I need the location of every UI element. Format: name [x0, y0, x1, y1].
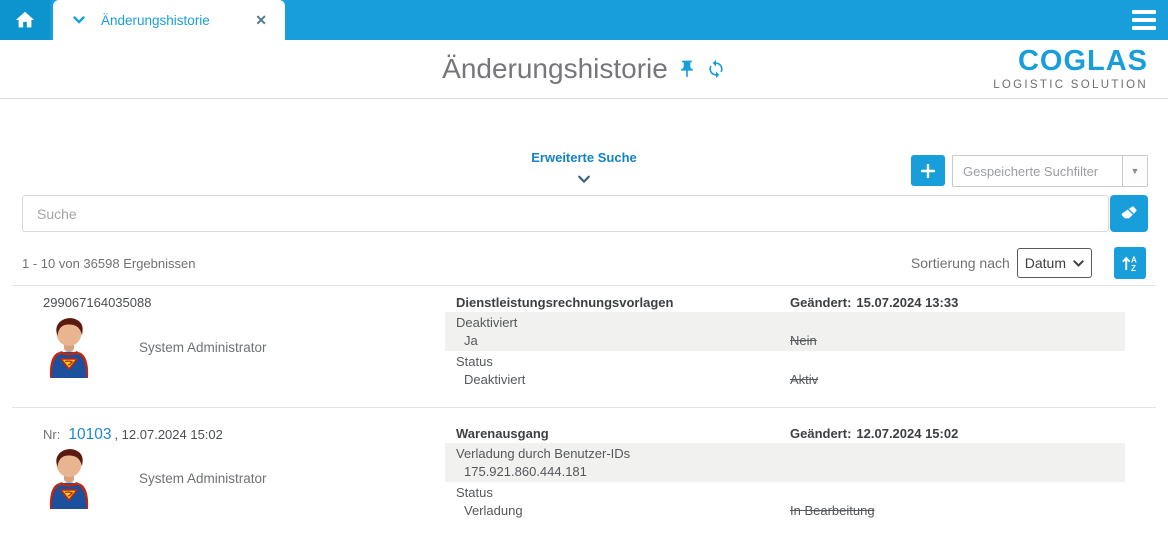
logo-tagline: LOGISTIC SOLUTION: [993, 79, 1148, 91]
change-group: Status Deaktiviert Aktiv: [445, 351, 1125, 390]
old-value: Aktiv: [790, 372, 818, 387]
change-field: Status: [445, 482, 1125, 501]
item-reference: 299067164035088: [43, 295, 445, 312]
change-field: Verladung durch Benutzer-IDs: [445, 443, 1125, 462]
page-title: Änderungshistorie: [442, 53, 668, 85]
tab-aenderungshistorie[interactable]: Änderungshistorie ✕: [53, 0, 285, 40]
old-value: Nein: [790, 333, 817, 348]
entity-name: Dienstleistungsrechnungsvorlagen: [456, 295, 673, 310]
sort-direction-button[interactable]: A Z: [1114, 247, 1146, 279]
plus-icon: [921, 164, 935, 178]
sort-select[interactable]: Datum: [1017, 248, 1092, 278]
change-field: Deaktiviert: [445, 312, 1125, 331]
changed-at: Geändert:12.07.2024 15:02: [790, 426, 958, 441]
new-value: 175.921.860.444.181: [464, 464, 587, 479]
change-field: Status: [445, 351, 1125, 370]
advanced-search-row: Erweiterte Suche Gespeicherte Suchfilter…: [0, 99, 1168, 195]
change-group: Verladung durch Benutzer-IDs 175.921.860…: [445, 443, 1125, 482]
home-icon: [14, 9, 36, 31]
close-icon[interactable]: ✕: [251, 10, 271, 31]
dropdown-arrow-icon[interactable]: ▼: [1122, 156, 1147, 186]
old-value: In Bearbeitung: [790, 503, 875, 518]
tab-label: Änderungshistorie: [101, 13, 210, 28]
svg-text:Z: Z: [1130, 264, 1135, 273]
refresh-icon[interactable]: [706, 59, 726, 79]
search-input[interactable]: [22, 195, 1109, 232]
results-count: 1 - 10 von 36598 Ergebnissen: [22, 256, 195, 271]
home-button[interactable]: [0, 0, 50, 40]
logo-text: COGLAS: [993, 47, 1148, 76]
changed-at: Geändert:15.07.2024 13:33: [790, 295, 958, 310]
item-nr-label: Nr:: [43, 427, 60, 442]
new-value: Verladung: [464, 503, 523, 518]
avatar: [43, 316, 95, 378]
chevron-down-icon[interactable]: [73, 16, 85, 24]
item-id: 299067164035088: [43, 295, 151, 310]
item-date-suffix: , 12.07.2024 15:02: [114, 427, 222, 442]
item-reference: Nr: 10103 , 12.07.2024 15:02: [43, 426, 445, 443]
sort-alpha-icon: A Z: [1121, 254, 1140, 273]
saved-filters-select[interactable]: Gespeicherte Suchfilter ▼: [952, 155, 1148, 187]
item-nr-link[interactable]: 10103: [68, 426, 111, 444]
history-list-item: Nr: 10103 , 12.07.2024 15:02 S: [0, 408, 1168, 538]
top-tab-bar: Änderungshistorie ✕: [0, 0, 1168, 40]
coglas-logo: COGLAS LOGISTIC SOLUTION: [993, 47, 1148, 91]
chevron-down-icon: [1073, 260, 1084, 267]
chevron-down-icon[interactable]: [578, 171, 591, 189]
sort-label: Sortierung nach: [911, 255, 1010, 271]
change-group: Deaktiviert Ja Nein: [445, 312, 1125, 351]
history-list-item: 299067164035088 Syste: [0, 286, 1168, 407]
page-header: Änderungshistorie COGLAS LOGISTIC SOLUTI…: [0, 40, 1168, 99]
new-value: Deaktiviert: [464, 372, 525, 387]
new-value: Ja: [464, 333, 478, 348]
sort-select-value: Datum: [1025, 255, 1066, 271]
hamburger-menu-icon[interactable]: [1132, 10, 1156, 30]
clear-search-button[interactable]: [1110, 195, 1148, 232]
saved-filters-label: Gespeicherte Suchfilter: [953, 164, 1122, 179]
user-name: System Administrator: [139, 471, 267, 486]
entity-name: Warenausgang: [456, 426, 549, 441]
pin-icon[interactable]: [677, 59, 697, 79]
eraser-icon: [1119, 204, 1139, 224]
results-row: 1 - 10 von 36598 Ergebnissen Sortierung …: [12, 241, 1156, 286]
change-group: Status Verladung In Bearbeitung: [445, 482, 1125, 521]
search-row: [22, 195, 1148, 232]
user-name: System Administrator: [139, 340, 267, 355]
add-filter-button[interactable]: [911, 155, 945, 186]
avatar: [43, 447, 95, 509]
